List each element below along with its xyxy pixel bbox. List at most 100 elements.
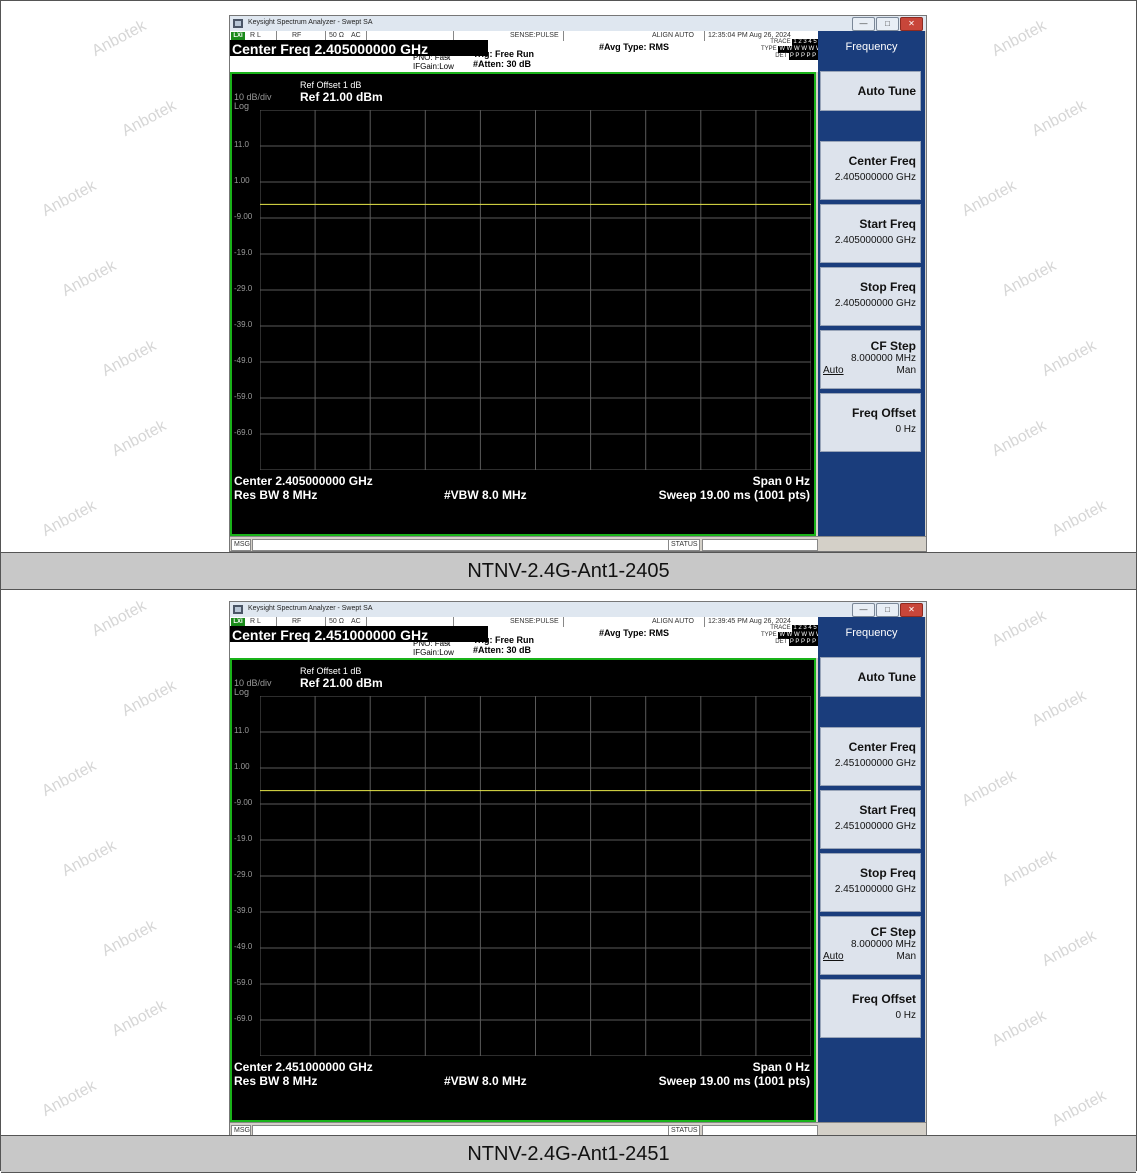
avg-type-setting: #Avg Type: RMS (599, 628, 670, 638)
sense-indicator: SENSE:PULSE (510, 618, 559, 625)
ifgain-setting: IFGain:Low (413, 62, 454, 71)
y-tick-label: -69.0 (234, 1014, 253, 1023)
stop-freq-button[interactable]: Stop Freq 2.405000000 GHz (820, 267, 921, 326)
figure-caption: NTNV-2.4G-Ant1-2405 (1, 552, 1136, 590)
center-freq-button[interactable]: Center Freq 2.405000000 GHz (820, 141, 921, 200)
softkey-menu-title: Frequency (818, 35, 925, 59)
stop-freq-button[interactable]: Stop Freq 2.451000000 GHz (820, 853, 921, 912)
footer-span: Span 0 Hz (752, 1060, 810, 1074)
measurement-status-header: LXI R L RF 50 Ω AC SENSE:PULSE ALIGN AUT… (230, 31, 823, 72)
center-freq-button[interactable]: Center Freq 2.451000000 GHz (820, 727, 921, 786)
softkey-label: CF Step (870, 925, 916, 939)
footer-sweep: Sweep 19.00 ms (1001 pts) (658, 488, 810, 502)
footer-center-freq: Center 2.451000000 GHz (234, 1060, 373, 1074)
ref-level: Ref 21.00 dBm (300, 90, 383, 104)
window-title-bar[interactable]: Keysight Spectrum Analyzer - Swept SA — … (230, 16, 926, 31)
maximize-icon[interactable]: □ (876, 17, 899, 31)
softkey-panel: Frequency Auto Tune Center Freq 2.405000… (818, 31, 925, 536)
lxi-badge: LXI (231, 618, 245, 626)
minimize-icon[interactable]: — (852, 17, 875, 31)
arrow-icon: → (443, 638, 451, 647)
attenuation-setting: #Atten: 30 dB (473, 59, 532, 69)
scale-type: Log (234, 687, 250, 697)
arrow-icon: → (443, 52, 451, 61)
start-freq-button[interactable]: Start Freq 2.405000000 GHz (820, 204, 921, 263)
trigger-setting: Trig: Free Run (473, 635, 535, 645)
cf-step-auto-option[interactable]: Auto (823, 951, 844, 962)
ref-offset: Ref Offset 1 dB (300, 80, 362, 90)
status-label: STATUS (668, 539, 700, 551)
freq-offset-button[interactable]: Freq Offset 0 Hz (820, 979, 921, 1038)
y-tick-label: -39.0 (234, 320, 253, 329)
spectrum-plot: Ref Offset 1 dB 10 dB/div Ref 21.00 dBm … (230, 658, 816, 1122)
footer-rbw: Res BW 8 MHz (234, 488, 318, 502)
softkey-value: 2.451000000 GHz (834, 884, 916, 895)
softkey-label: Auto Tune (857, 670, 916, 684)
y-tick-label: 11.0 (234, 140, 249, 149)
trace-label: TRACE (770, 625, 791, 631)
y-tick-label: -9.00 (234, 798, 253, 807)
trigger-setting: Trig: Free Run (473, 49, 535, 59)
close-icon[interactable]: ✕ (900, 17, 923, 31)
close-icon[interactable]: ✕ (900, 603, 923, 617)
y-tick-label: -19.0 (234, 248, 253, 257)
type-label: TYPE (761, 632, 777, 638)
y-tick-label: -9.00 (234, 212, 253, 221)
start-freq-button[interactable]: Start Freq 2.451000000 GHz (820, 790, 921, 849)
footer-rbw: Res BW 8 MHz (234, 1074, 318, 1088)
trace-plot (260, 110, 811, 470)
cf-step-button[interactable]: CF Step 8.000000 MHz Auto Man (820, 330, 921, 389)
y-tick-label: 11.0 (234, 726, 249, 735)
softkey-menu-title: Frequency (818, 621, 925, 645)
spectrum-analyzer-window: Keysight Spectrum Analyzer - Swept SA — … (229, 601, 927, 1138)
softkey-value: 2.451000000 GHz (834, 821, 916, 832)
window-title: Keysight Spectrum Analyzer - Swept SA (248, 19, 373, 26)
message-bar: MSG STATUS (230, 536, 926, 551)
msg-text (252, 539, 670, 551)
softkey-value: 0 Hz (895, 424, 916, 435)
lxi-badge: LXI (231, 32, 245, 40)
figure-caption: NTNV-2.4G-Ant1-2451 (1, 1135, 1136, 1173)
softkey-value: 8.000000 MHz (850, 353, 916, 364)
y-tick-label: -19.0 (234, 834, 253, 843)
status-text (702, 539, 818, 551)
attenuation-setting: #Atten: 30 dB (473, 645, 532, 655)
type-label: TYPE (761, 46, 777, 52)
softkey-label: Start Freq (859, 217, 916, 231)
window-title-bar[interactable]: Keysight Spectrum Analyzer - Swept SA — … (230, 602, 926, 617)
y-tick-label: -59.0 (234, 978, 253, 987)
cf-step-man-option[interactable]: Man (897, 951, 916, 962)
softkey-label: Stop Freq (860, 866, 916, 880)
sense-indicator: SENSE:PULSE (510, 32, 559, 39)
footer-vbw: #VBW 8.0 MHz (444, 488, 527, 502)
freq-offset-button[interactable]: Freq Offset 0 Hz (820, 393, 921, 452)
footer-center-freq: Center 2.405000000 GHz (234, 474, 373, 488)
trace-types: W W W W W W (778, 632, 823, 639)
scale-type: Log (234, 101, 250, 111)
y-tick-label: -29.0 (234, 870, 253, 879)
maximize-icon[interactable]: □ (876, 603, 899, 617)
cf-step-man-option[interactable]: Man (897, 365, 916, 376)
det-label: DET (775, 639, 788, 645)
softkey-value: 2.405000000 GHz (834, 172, 916, 183)
y-tick-label: -49.0 (234, 356, 253, 365)
window-title: Keysight Spectrum Analyzer - Swept SA (248, 605, 373, 612)
softkey-value: 0 Hz (895, 1010, 916, 1021)
auto-tune-button[interactable]: Auto Tune (820, 657, 921, 697)
ifgain-setting: IFGain:Low (413, 648, 454, 657)
app-icon (233, 19, 243, 28)
cf-step-button[interactable]: CF Step 8.000000 MHz Auto Man (820, 916, 921, 975)
minimize-icon[interactable]: — (852, 603, 875, 617)
window-controls: — □ ✕ (852, 17, 923, 31)
footer-vbw: #VBW 8.0 MHz (444, 1074, 527, 1088)
softkey-label: Center Freq (848, 740, 916, 754)
softkey-value: 2.405000000 GHz (834, 235, 916, 246)
window-controls: — □ ✕ (852, 603, 923, 617)
softkey-label: Stop Freq (860, 280, 916, 294)
avg-type-setting: #Avg Type: RMS (599, 42, 670, 52)
footer-span: Span 0 Hz (752, 474, 810, 488)
auto-tune-button[interactable]: Auto Tune (820, 71, 921, 111)
trace-status: TRACE 1 2 3 4 5 6 TYPE W W W W W W DET P… (761, 39, 823, 60)
cf-step-auto-option[interactable]: Auto (823, 365, 844, 376)
ref-level: Ref 21.00 dBm (300, 676, 383, 690)
